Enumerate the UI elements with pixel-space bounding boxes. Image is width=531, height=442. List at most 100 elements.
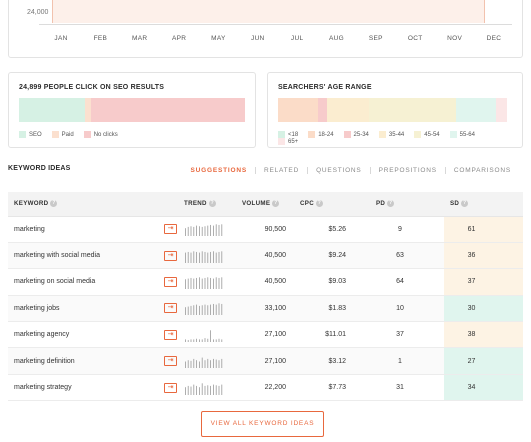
- sparkline-bar: [204, 304, 206, 316]
- tab-questions[interactable]: QUESTIONS: [307, 167, 369, 174]
- keyword-cell[interactable]: marketing strategy: [8, 374, 158, 402]
- open-keyword-icon[interactable]: ⇥: [164, 382, 177, 393]
- trend-cell: [178, 216, 236, 243]
- sparkline-bar: [196, 277, 197, 289]
- volume-cell: 33,100: [236, 295, 294, 323]
- sd-cell: 30: [444, 295, 523, 323]
- help-icon[interactable]: ?: [387, 200, 395, 208]
- open-cell: ⇥: [158, 347, 178, 375]
- sparkline-bar: [218, 360, 220, 369]
- table-row[interactable]: marketing definition ⇥ 27,100 $3.12 1 27: [8, 347, 523, 375]
- pd-cell: 37: [370, 321, 444, 349]
- sparkline-bar: [185, 228, 186, 237]
- sparkline-bar: [204, 385, 206, 395]
- sparkline-bar: [201, 382, 203, 395]
- help-icon[interactable]: ?: [50, 200, 58, 208]
- tab-suggestions[interactable]: SUGGESTIONS: [182, 167, 254, 174]
- table-row[interactable]: marketing ⇥ 90,500 $5.26 9 61: [8, 216, 523, 243]
- legend-label: 25-34: [353, 131, 369, 138]
- col-pd[interactable]: PD?: [370, 192, 444, 217]
- table-row[interactable]: marketing jobs ⇥ 33,100 $1.83 10 30: [8, 295, 523, 323]
- sparkline-bar: [193, 305, 195, 316]
- open-keyword-icon[interactable]: ⇥: [164, 356, 177, 367]
- sparkline-bar: [218, 385, 220, 395]
- month-label: DEC: [486, 35, 502, 42]
- sparkline-bar: [185, 307, 186, 316]
- col-volume[interactable]: VOLUME?: [236, 192, 294, 217]
- table-row[interactable]: marketing agency ⇥ 27,100 $11.01 37 38: [8, 321, 523, 349]
- legend-swatch: [51, 131, 59, 138]
- table-row[interactable]: marketing on social media ⇥ 40,500 $9.03 64 3…: [8, 268, 523, 296]
- legend-label: 65+: [288, 138, 299, 145]
- open-keyword-icon[interactable]: ⇥: [164, 224, 177, 235]
- sparkline-bar: [210, 277, 211, 289]
- open-keyword-icon[interactable]: ⇥: [164, 250, 177, 261]
- legend-label: SEO: [29, 131, 42, 138]
- pd-cell: 9: [370, 216, 444, 243]
- col-sd[interactable]: SD?: [444, 192, 523, 217]
- tab-comparisons[interactable]: COMPARISONS: [444, 167, 519, 174]
- tab-prepositions[interactable]: PREPOSITIONS: [369, 167, 445, 174]
- sparkline-bar: [210, 330, 211, 342]
- table-header-row: KEYWORD? TREND? VOLUME? CPC? PD? SD?: [8, 192, 523, 217]
- legend-item: 45-54: [414, 131, 440, 138]
- help-icon[interactable]: ?: [208, 200, 216, 208]
- age-range-legend: <18 18-24 25-34 35-44 45-54 55-64 65+: [278, 131, 512, 145]
- keyword-cell[interactable]: marketing on social media: [8, 268, 158, 296]
- age-range-card: SEARCHERS' AGE RANGE <18 18-24 25-34 35-44 4…: [267, 72, 523, 148]
- legend-swatch: [83, 131, 91, 138]
- month-label: JAN: [54, 35, 68, 42]
- keyword-cell[interactable]: marketing: [8, 216, 158, 243]
- legend-label: No clicks: [93, 131, 118, 138]
- legend-swatch: [278, 138, 285, 145]
- keyword-cell[interactable]: marketing with social media: [8, 242, 158, 270]
- sparkline-bar: [204, 337, 206, 342]
- bar-segment: [84, 98, 92, 122]
- open-keyword-icon[interactable]: ⇥: [164, 276, 177, 287]
- legend-swatch: [19, 131, 26, 138]
- open-keyword-icon[interactable]: ⇥: [164, 329, 177, 340]
- sparkline-bar: [207, 225, 209, 237]
- trend-cell: [178, 242, 236, 270]
- sparkline-bar: [213, 359, 214, 369]
- sparkline-bar: [218, 225, 220, 237]
- sparkline-bar: [215, 339, 217, 342]
- col-keyword[interactable]: KEYWORD?: [8, 192, 158, 217]
- bar-segment: [19, 98, 85, 122]
- help-icon[interactable]: ?: [315, 200, 323, 208]
- sparkline-bar: [215, 224, 217, 237]
- sparkline-bar: [199, 339, 200, 342]
- col-cpc[interactable]: CPC?: [294, 192, 370, 217]
- tab-related[interactable]: RELATED: [254, 167, 307, 174]
- keyword-cell[interactable]: marketing agency: [8, 321, 158, 349]
- sd-cell: 61: [444, 216, 523, 243]
- sparkline-bar: [201, 357, 203, 369]
- sparkline-bar: [185, 252, 186, 263]
- open-cell: ⇥: [158, 321, 178, 349]
- table-row[interactable]: marketing strategy ⇥ 22,200 $7.73 31 34: [8, 374, 523, 402]
- legend-item: <18: [278, 131, 298, 138]
- sparkline-bar: [218, 251, 220, 263]
- age-range-bar: [278, 98, 512, 122]
- sparkline-bar: [213, 250, 214, 263]
- open-keyword-icon[interactable]: ⇥: [164, 303, 177, 314]
- trend-sparkline: [185, 330, 223, 342]
- sparkline-bar: [190, 386, 192, 395]
- keyword-cell[interactable]: marketing definition: [8, 347, 158, 375]
- view-all-keyword-ideas-button[interactable]: VIEW ALL KEYWORD IDEAS: [201, 411, 324, 437]
- keyword-ideas-title: KEYWORD IDEAS: [8, 165, 71, 172]
- sparkline-bar: [207, 277, 209, 289]
- month-label: MAR: [132, 35, 148, 42]
- sparkline-bar: [221, 339, 223, 342]
- help-icon[interactable]: ?: [272, 200, 280, 208]
- sparkline-bar: [213, 278, 214, 289]
- table-row[interactable]: marketing with social media ⇥ 40,500 $9.24 6…: [8, 242, 523, 270]
- sparkline-bar: [199, 306, 200, 316]
- bar-segment: [91, 98, 245, 122]
- col-trend[interactable]: TREND?: [178, 192, 236, 217]
- help-icon[interactable]: ?: [461, 200, 469, 208]
- month-label: SEP: [368, 35, 383, 42]
- cpc-cell: $3.12: [294, 347, 370, 375]
- keyword-cell[interactable]: marketing jobs: [8, 295, 158, 323]
- sparkline-bar: [207, 252, 209, 263]
